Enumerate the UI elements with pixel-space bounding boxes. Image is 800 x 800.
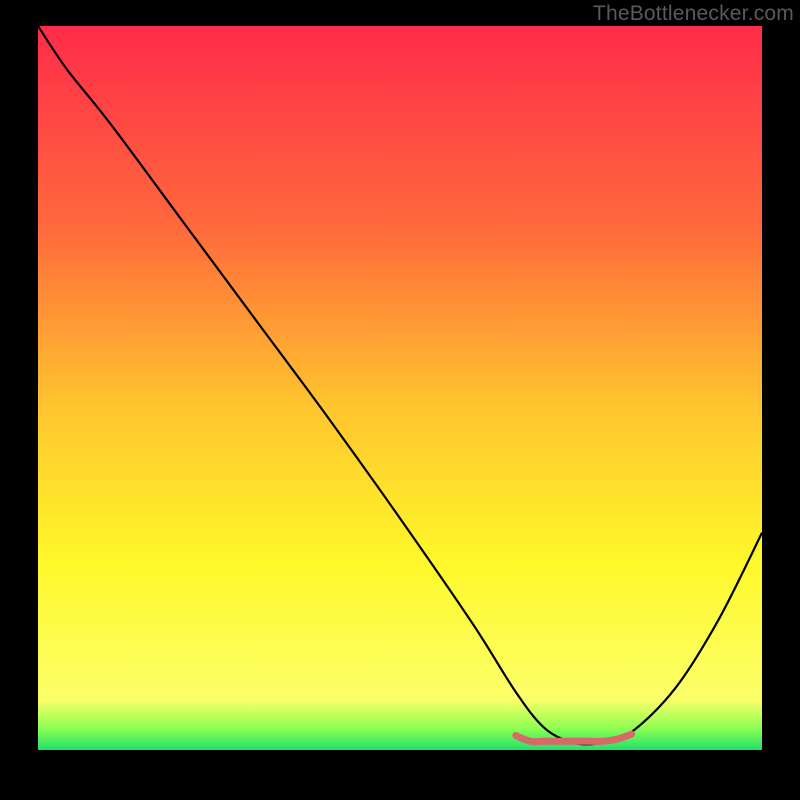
chart-svg <box>38 26 762 750</box>
watermark-text: TheBottlenecker.com <box>593 2 794 26</box>
chart-background-gradient <box>38 26 762 750</box>
chart-plot-area <box>38 26 762 750</box>
